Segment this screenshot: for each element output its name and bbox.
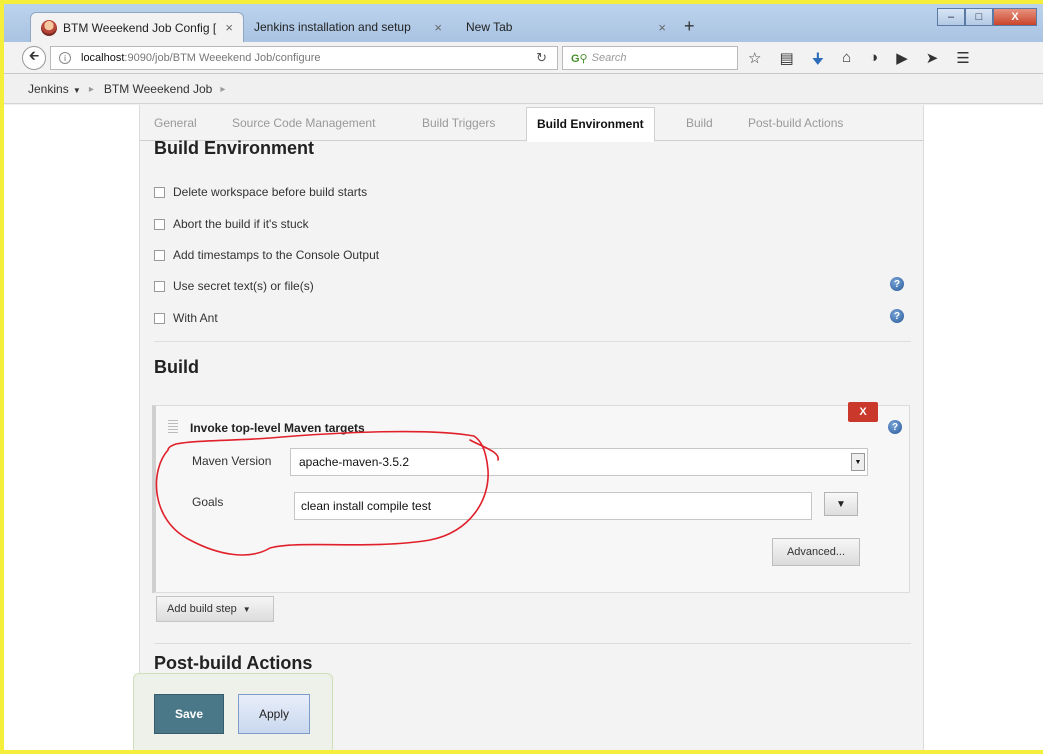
browser-tab-new[interactable]: New Tab × xyxy=(456,12,676,42)
option-timestamps[interactable]: Add timestamps to the Console Output xyxy=(154,246,379,264)
star-icon[interactable]: ☆ xyxy=(748,49,761,74)
browser-tab-strip: BTM Weeekend Job Config [ × Jenkins inst… xyxy=(4,4,1043,42)
section-divider xyxy=(154,341,911,342)
menu-icon[interactable]: ☰ xyxy=(956,49,969,74)
build-heading: Build xyxy=(154,357,199,377)
search-placeholder: Search xyxy=(591,52,627,64)
add-build-step-button[interactable]: Add build step ▼ xyxy=(156,596,274,622)
maven-version-select[interactable]: apache-maven-3.5.2 ▼ xyxy=(290,448,868,476)
breadcrumb: Jenkins ▼ ▸ BTM Weeekend Job ▸ xyxy=(4,75,1043,104)
url-path: :9090/job/BTM Weeekend Job/configure xyxy=(124,52,321,64)
address-bar[interactable]: i localhost:9090/job/BTM Weeekend Job/co… xyxy=(50,46,558,70)
jenkins-favicon-icon xyxy=(41,19,57,36)
build-environment-heading: Build Environment xyxy=(154,138,315,158)
reading-list-icon[interactable]: ▤ xyxy=(779,49,793,74)
goals-value: clean install compile test xyxy=(301,499,432,513)
chevron-down-icon: ▼ xyxy=(242,604,251,614)
option-label: Abort the build if it's stuck xyxy=(173,217,309,231)
tab-title: New Tab xyxy=(466,20,513,34)
option-label: Add timestamps to the Console Output xyxy=(173,248,380,262)
url-host: localhost xyxy=(81,52,125,64)
config-panel: General Source Code Management Build Tri… xyxy=(133,105,924,754)
checkbox[interactable] xyxy=(154,249,165,261)
save-button[interactable]: Save xyxy=(154,694,224,734)
reload-icon[interactable]: ↻ xyxy=(536,50,547,66)
chevron-down-icon: ▼ xyxy=(836,498,846,510)
advanced-button[interactable]: Advanced... xyxy=(772,538,860,566)
breadcrumb-job[interactable]: BTM Weeekend Job xyxy=(104,82,213,96)
tab-build-triggers[interactable]: Build Triggers xyxy=(422,116,495,130)
browser-tab-jenkins-install[interactable]: Jenkins installation and setup × xyxy=(244,12,452,42)
tab-build[interactable]: Build xyxy=(686,116,713,130)
close-tab-icon[interactable]: × xyxy=(434,20,442,35)
option-label: Delete workspace before build starts xyxy=(173,185,368,199)
option-with-ant[interactable]: With Ant xyxy=(154,309,218,327)
search-input[interactable]: G⚲ Search xyxy=(562,46,738,70)
option-abort-stuck[interactable]: Abort the build if it's stuck xyxy=(154,215,309,233)
youtube-icon[interactable]: ▶ xyxy=(896,49,908,74)
option-label: With Ant xyxy=(173,311,218,325)
close-tab-icon[interactable]: × xyxy=(225,20,233,35)
close-tab-icon[interactable]: × xyxy=(658,20,666,35)
pocket-icon[interactable]: ◑ xyxy=(869,49,878,74)
tab-source-code-management[interactable]: Source Code Management xyxy=(232,116,375,130)
delete-step-button[interactable]: X xyxy=(848,402,878,422)
tab-post-build-actions[interactable]: Post-build Actions xyxy=(748,116,843,130)
chevron-down-icon[interactable]: ▼ xyxy=(851,453,865,471)
window-controls: – □ X xyxy=(937,8,1037,26)
browser-tab-config[interactable]: BTM Weeekend Job Config [ × xyxy=(30,12,244,42)
info-icon[interactable]: i xyxy=(59,52,71,64)
post-build-actions-heading: Post-build Actions xyxy=(154,653,313,673)
section-divider xyxy=(154,643,911,644)
build-step-title: Invoke top-level Maven targets xyxy=(190,421,365,435)
page-content: General Source Code Management Build Tri… xyxy=(4,105,1043,754)
tab-general[interactable]: General xyxy=(154,116,197,130)
breadcrumb-separator-icon: ▸ xyxy=(88,83,94,95)
maven-build-step: Invoke top-level Maven targets X ? Maven… xyxy=(152,402,910,593)
tab-title: Jenkins installation and setup xyxy=(254,20,411,34)
browser-nav-bar: 🡰 i localhost:9090/job/BTM Weeekend Job/… xyxy=(4,42,1043,74)
checkbox[interactable] xyxy=(154,218,165,230)
save-apply-bar: Save Apply xyxy=(133,673,333,754)
maven-version-label: Maven Version xyxy=(192,454,272,468)
home-icon[interactable]: ⌂ xyxy=(842,49,851,74)
breadcrumb-jenkins[interactable]: Jenkins ▼ xyxy=(28,82,81,96)
goals-label: Goals xyxy=(192,495,224,509)
breadcrumb-separator-icon: ▸ xyxy=(220,83,226,95)
maven-version-value: apache-maven-3.5.2 xyxy=(299,455,410,469)
minimize-button[interactable]: – xyxy=(937,8,965,26)
browser-toolbar: ☆ ▤ 🠋 ⌂ ◑ ▶ ➤ ☰ xyxy=(748,49,970,74)
breadcrumb-label: Jenkins xyxy=(28,82,69,96)
search-engine-icon[interactable]: G⚲ xyxy=(571,52,588,65)
option-secret-text[interactable]: Use secret text(s) or file(s) xyxy=(154,277,314,295)
extension-icon[interactable]: ➤ xyxy=(926,49,939,74)
checkbox[interactable] xyxy=(154,280,165,292)
tab-title: BTM Weeekend Job Config [ xyxy=(63,20,217,35)
tab-build-environment[interactable]: Build Environment xyxy=(526,107,655,142)
expand-goals-button[interactable]: ▼ xyxy=(824,492,858,516)
help-icon[interactable]: ? xyxy=(890,277,904,291)
download-icon[interactable]: 🠋 xyxy=(812,49,824,74)
chevron-down-icon[interactable]: ▼ xyxy=(71,86,81,95)
apply-button[interactable]: Apply xyxy=(238,694,310,734)
checkbox[interactable] xyxy=(154,312,165,324)
close-window-button[interactable]: X xyxy=(993,8,1037,26)
goals-input[interactable]: clean install compile test xyxy=(294,492,812,520)
add-build-step-label: Add build step xyxy=(167,603,237,615)
drag-handle-icon[interactable] xyxy=(168,420,178,434)
back-button[interactable]: 🡰 xyxy=(22,46,46,70)
checkbox[interactable] xyxy=(154,186,165,198)
help-icon[interactable]: ? xyxy=(888,420,902,434)
arrow-left-icon: 🡰 xyxy=(28,48,40,63)
help-icon[interactable]: ? xyxy=(890,309,904,323)
maximize-button[interactable]: □ xyxy=(965,8,993,26)
option-delete-workspace[interactable]: Delete workspace before build starts xyxy=(154,183,367,201)
option-label: Use secret text(s) or file(s) xyxy=(173,279,314,293)
new-tab-button[interactable]: + xyxy=(684,16,695,37)
config-tabs: General Source Code Management Build Tri… xyxy=(140,105,923,142)
